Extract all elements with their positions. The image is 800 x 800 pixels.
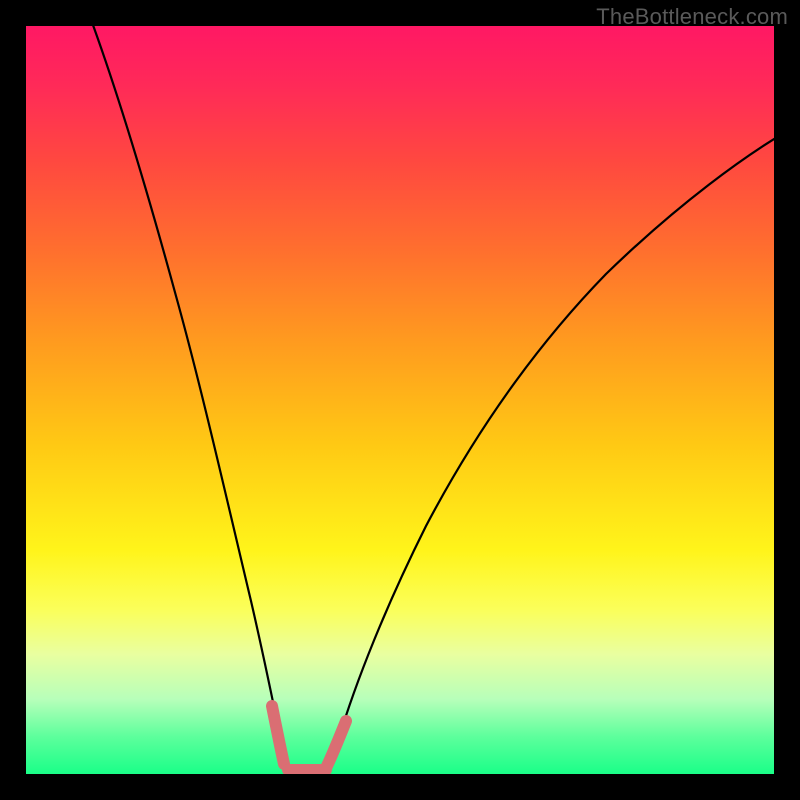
optimal-highlight-group (272, 706, 346, 770)
bottleneck-curve-path (86, 26, 774, 772)
plot-area (26, 26, 774, 774)
chart-frame: TheBottleneck.com (0, 0, 800, 800)
curve-layer (26, 26, 774, 774)
highlight-right (326, 721, 346, 768)
watermark-text: TheBottleneck.com (596, 4, 788, 30)
highlight-left (272, 706, 284, 764)
